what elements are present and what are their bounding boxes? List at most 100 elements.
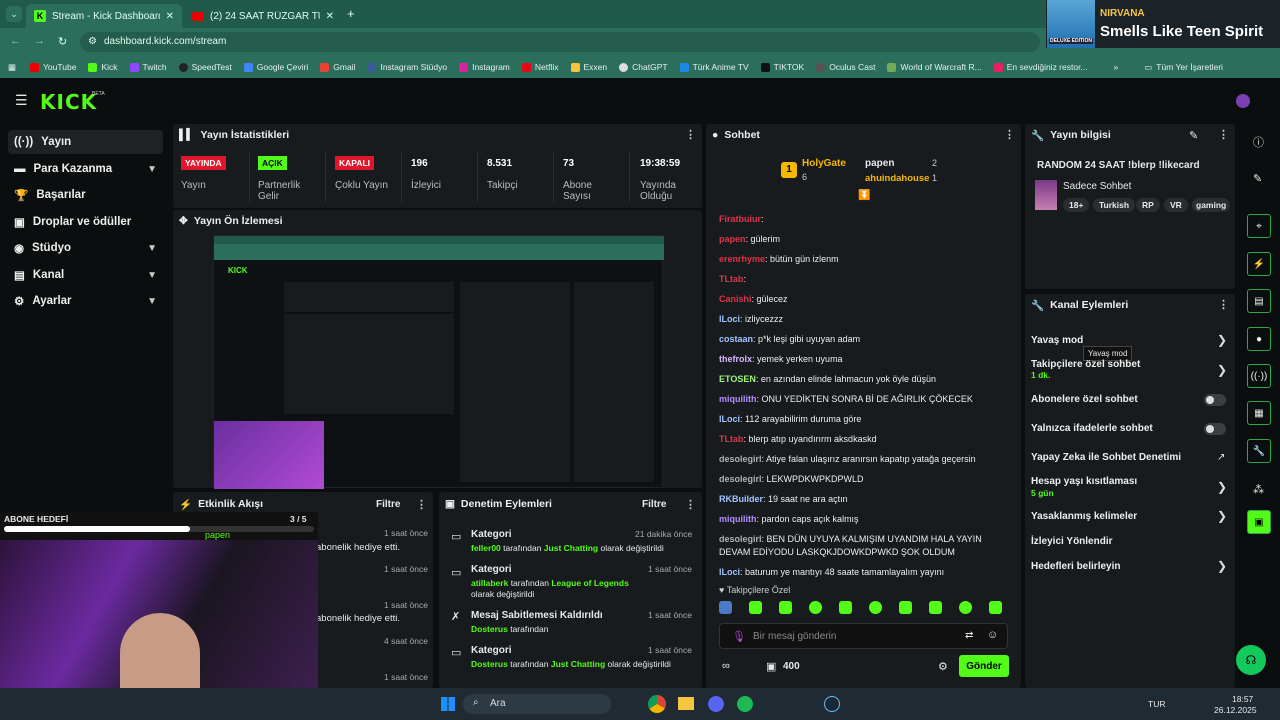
more-options-icon[interactable]: ⋮ [685,128,696,141]
infinity-points-icon[interactable]: ∞ [722,660,730,672]
action-sub-only[interactable]: Abonelere özel sohbet [1031,394,1138,405]
action-emote-only[interactable]: Yalnızca ifadelerle sohbet [1031,423,1153,434]
chat-username[interactable]: miquilith [719,514,757,524]
close-tab-icon[interactable]: ✕ [326,11,334,22]
more-options-icon[interactable]: ⋮ [1218,128,1229,141]
sidebar-item-droplar[interactable]: ▣ Droplar ve ödüller [8,210,163,234]
bookmark-translate[interactable]: Google Çeviri [243,62,308,72]
bookmark-oculus[interactable]: Oculus Cast [816,62,875,72]
chevron-right-icon[interactable]: ❯ [1217,363,1227,377]
translate-icon[interactable]: ⇄ [965,630,973,641]
chat-username[interactable]: costaan [719,334,753,344]
scroll-down-icon[interactable]: ⏬ [858,190,870,201]
bookmark-tiktok[interactable]: TIKTOK [760,62,804,72]
bookmark-chatgpt[interactable]: ChatGPT [619,62,668,72]
bookmark-wow[interactable]: World of Warcraft R... [887,62,982,72]
layout-icon[interactable]: ▦ [1247,401,1271,425]
windows-start-icon[interactable] [441,697,455,711]
tag[interactable]: Turkish [1093,198,1136,212]
app-icon-spotify[interactable] [737,696,753,712]
more-options-icon[interactable]: ⋮ [416,498,427,511]
site-info-icon[interactable]: ⚙ [88,36,97,47]
apps-icon[interactable]: ▦ [8,62,16,73]
bookmark-kick[interactable]: Kick [88,62,118,72]
clock-date[interactable]: 26.12.2025 [1214,705,1257,715]
chat-username[interactable]: desolegirl [719,474,762,484]
tab-kick-dashboard[interactable]: K Stream - Kick Dashboard ✕ [26,4,182,28]
bookmark-netflix[interactable]: Netflix [521,62,559,72]
emote-icon[interactable] [839,601,852,614]
bookmark-turk-anime[interactable]: Türk Anime TV [679,62,749,72]
tag[interactable]: 18+ [1063,198,1090,212]
emote-icon[interactable] [809,601,822,614]
filter-button[interactable]: Filtre [376,499,400,510]
clip-icon[interactable]: ⌖ [1247,214,1271,238]
extension-icon[interactable]: ▣ [1247,510,1271,534]
emote-icon[interactable] [719,601,732,614]
action-follower-only[interactable]: Takipçilere özel sohbet [1031,359,1140,370]
edit-icon[interactable]: ✎ [1253,172,1262,185]
chat-username[interactable]: lLoci [719,414,740,424]
more-options-icon[interactable]: ⋮ [1004,128,1015,141]
all-bookmarks[interactable]: ▭ Tüm Yer İşaretleri [1144,62,1223,73]
reload-icon[interactable]: ↻ [58,35,67,48]
chat-username[interactable]: thefrolx [719,354,752,364]
menu-icon[interactable]: ☰ [15,92,28,109]
chat-username[interactable]: RKBuilder [719,494,763,504]
new-tab-icon[interactable]: + [347,6,355,21]
sidebar-item-studyo[interactable]: ◉ Stüdyo ▼ [8,236,163,260]
chevron-right-icon[interactable]: ❯ [1217,480,1227,494]
emoji-icon[interactable]: ☺ [987,629,998,641]
bookmark-twitch[interactable]: Twitch [129,62,167,72]
action-account-age[interactable]: Hesap yaşı kısıtlaması [1031,476,1137,487]
chevron-right-icon[interactable]: ❯ [1217,333,1227,347]
sidebar-item-yayin[interactable]: ((·)) Yayın [8,130,163,154]
chat-bubble-icon[interactable]: ● [1247,327,1271,351]
tag[interactable]: gaming [1192,198,1231,212]
close-tab-icon[interactable]: ✕ [166,11,174,22]
more-options-icon[interactable]: ⋮ [1218,298,1229,311]
action-raid[interactable]: İzleyici Yönlendir [1031,536,1113,547]
emote-icon[interactable] [749,601,762,614]
edit-icon[interactable]: ✎ [1189,129,1198,142]
emote-icon[interactable] [959,601,972,614]
sidebar-item-ayarlar[interactable]: ⚙ Ayarlar ▼ [8,289,163,313]
bookmark-youtube[interactable]: YouTube [30,62,76,72]
bolt-icon[interactable]: ⚡ [1247,252,1271,276]
emote-only-toggle[interactable] [1204,423,1226,435]
forward-icon[interactable]: → [34,35,45,47]
more-options-icon[interactable]: ⋮ [685,498,696,511]
emote-icon[interactable] [929,601,942,614]
bookmark-instagram-studio[interactable]: Instagram Stüdyo [367,62,447,72]
bookmark-gmail[interactable]: Gmail [320,62,355,72]
app-icon-steam[interactable] [824,696,840,712]
emote-icon[interactable] [989,601,1002,614]
bookmark-yemeksepeti[interactable]: En sevdiğiniz restor... [993,62,1088,72]
tab-youtube[interactable]: (2) 24 SAAT RÜZGAR TÜRBİNİ... ✕ [184,4,342,28]
bookmark-speedtest[interactable]: SpeedTest [178,62,232,72]
document-icon[interactable]: ▤ [1247,289,1271,313]
tab-list-dropdown[interactable]: ⌄ [6,6,22,22]
chat-username[interactable]: lLoci [719,567,740,577]
chat-username[interactable]: papen [719,234,746,244]
chat-username[interactable]: desolegirl [719,454,762,464]
kick-logo[interactable]: KICK [40,90,97,114]
chat-username[interactable]: ETOSEN [719,374,756,384]
action-slow-mode[interactable]: Yavaş mod [1031,335,1083,346]
taskbar-search[interactable]: ⌕ Ara [463,694,611,714]
mic-icon[interactable]: 🎙 [732,630,746,643]
action-ai-moderation[interactable]: Yapay Zeka ile Sohbet Denetimi [1031,452,1181,463]
chat-username[interactable]: erenrhyme [719,254,765,264]
gift-icon[interactable]: ▣ [766,660,776,673]
chat-username[interactable]: Firatbuiur [719,214,761,224]
info-icon[interactable]: ⓘ [1253,134,1264,150]
chat-settings-icon[interactable]: ⚙ [938,660,948,673]
avatar[interactable] [1236,94,1250,108]
support-icon[interactable]: ☊ [1236,645,1266,675]
filter-button[interactable]: Filtre [642,499,666,510]
url-field[interactable]: ⚙ dashboard.kick.com/stream [80,32,1040,52]
send-button[interactable]: Gönder [959,655,1009,677]
sidebar-item-kanal[interactable]: ▤ Kanal ▼ [8,263,163,287]
sidebar-item-basarilar[interactable]: 🏆 Başarılar [8,183,163,207]
emote-icon[interactable] [899,601,912,614]
